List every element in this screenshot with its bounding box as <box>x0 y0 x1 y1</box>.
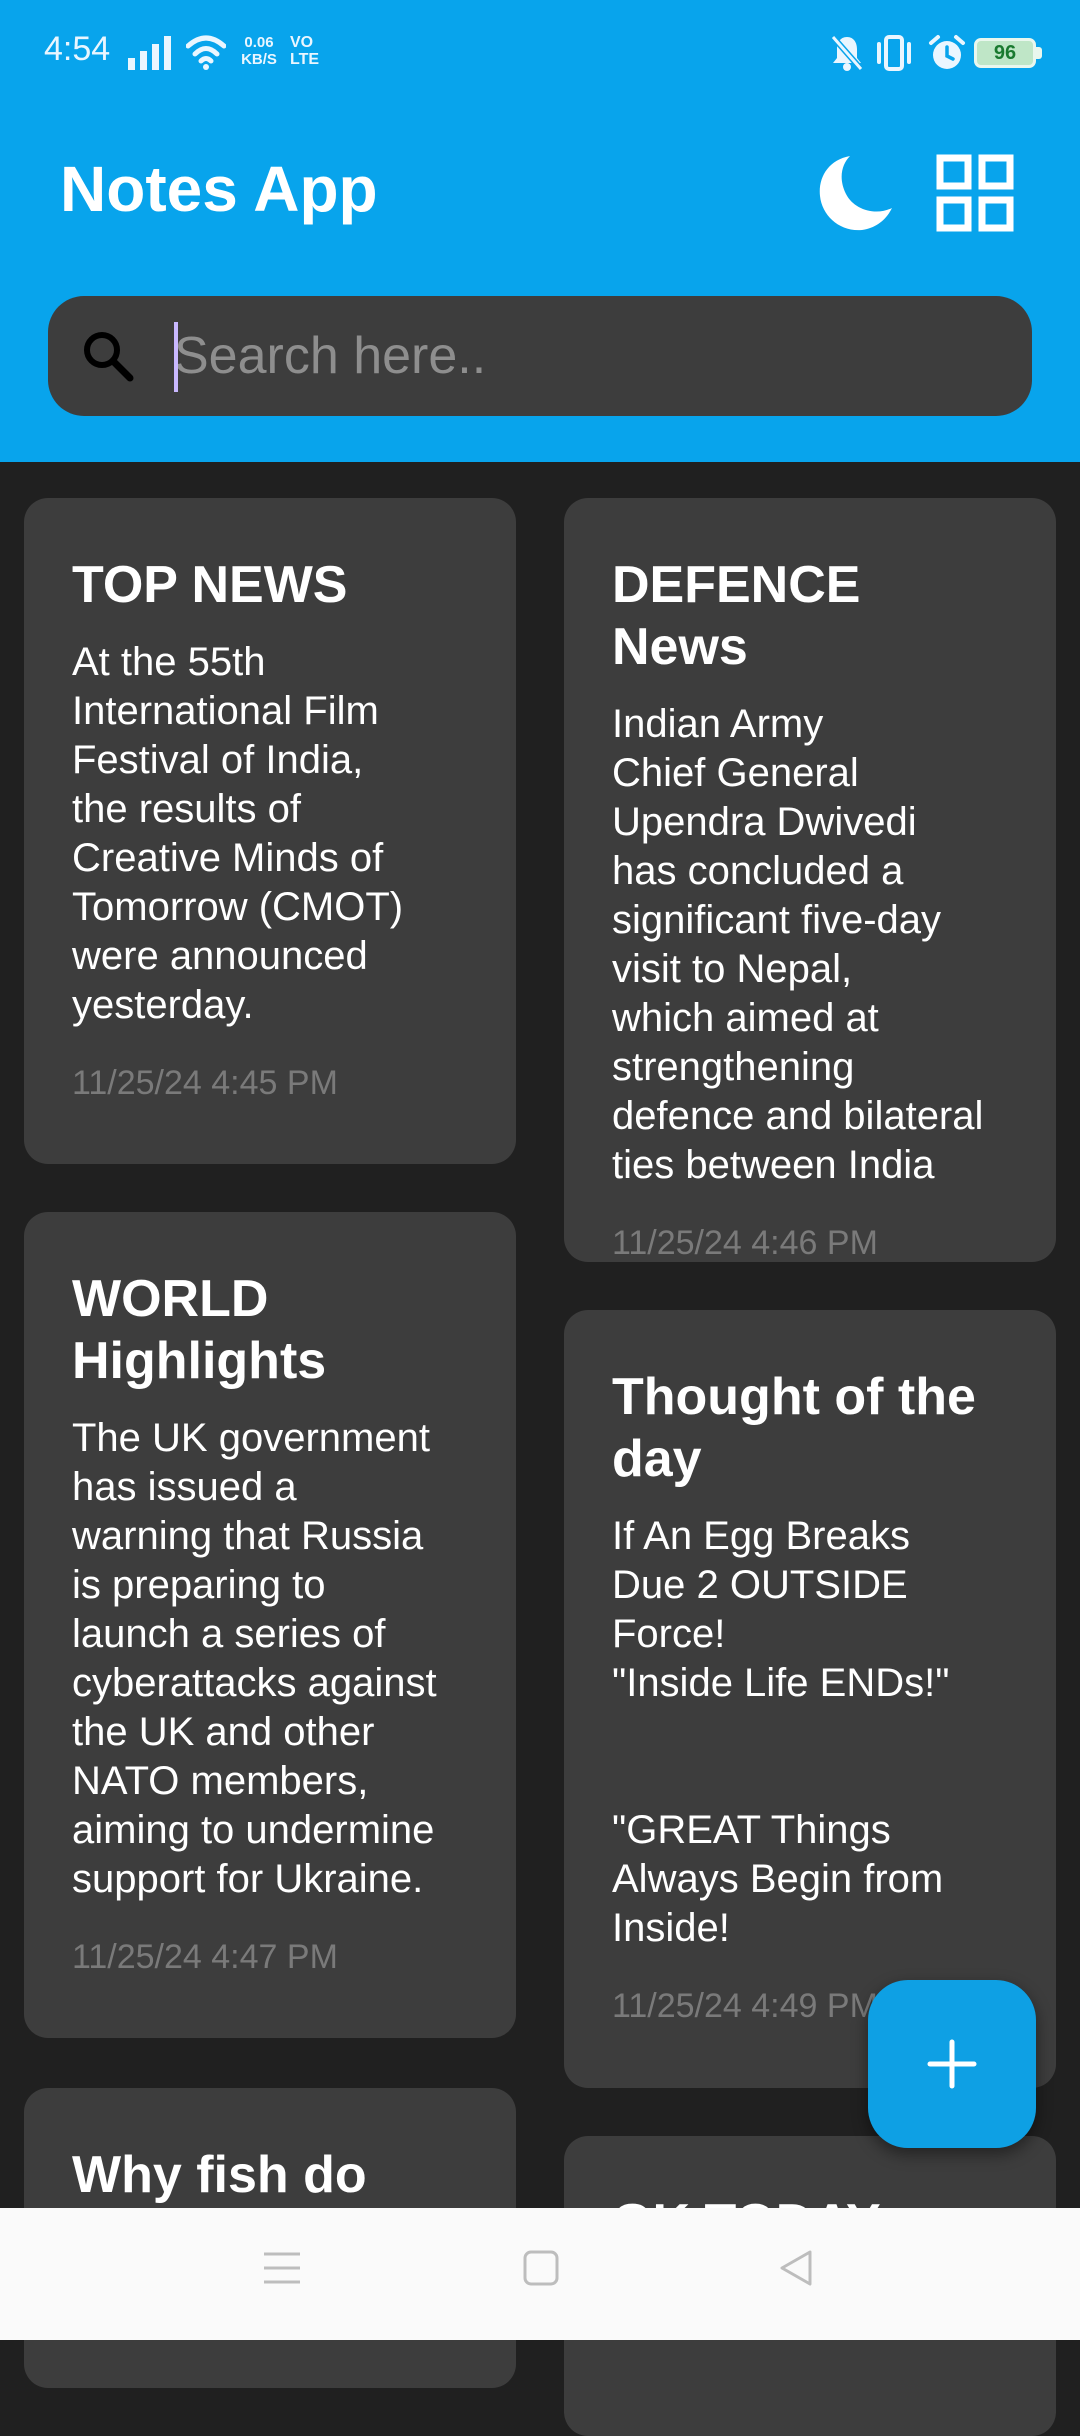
note-body: If An Egg Breaks Due 2 OUTSIDE Force! "I… <box>612 1514 950 1950</box>
network-speed-value: 0.06 <box>244 34 274 51</box>
status-time: 4:54 <box>44 30 111 68</box>
note-body: The UK government has issued a warning t… <box>72 1416 437 1901</box>
note-date: 11/25/24 4:46 PM <box>612 1224 878 1262</box>
plus-icon <box>927 2039 977 2089</box>
vibrate-icon <box>877 35 911 71</box>
theme-toggle-button[interactable] <box>810 148 900 238</box>
note-card[interactable]: DEFENCE News Indian Army Chief General U… <box>564 498 1056 1262</box>
app-header: 4:54 0.06 KB/S VO LTE 96 Notes App Searc… <box>0 0 1080 462</box>
note-title: DEFENCE News <box>612 556 861 676</box>
wifi-icon <box>186 35 226 70</box>
note-body: Indian Army Chief General Upendra Dwived… <box>612 702 984 1187</box>
volte-bottom: LTE <box>290 51 320 68</box>
menu-icon[interactable] <box>262 2248 302 2288</box>
mute-icon <box>830 35 864 71</box>
text-cursor <box>174 322 178 392</box>
note-title: TOP NEWS <box>72 556 348 614</box>
note-date: 11/25/24 4:47 PM <box>72 1938 338 1976</box>
add-note-button[interactable] <box>868 1980 1036 2148</box>
note-card[interactable]: Thought of the day If An Egg Breaks Due … <box>564 1310 1056 2088</box>
note-body: At the 55th International Film Festival … <box>72 640 404 1027</box>
battery-icon: 96 <box>974 38 1036 68</box>
battery-cap <box>1036 47 1042 59</box>
volte-indicator: VO LTE <box>290 34 324 68</box>
network-speed-unit: KB/S <box>241 51 277 68</box>
search-input[interactable] <box>172 316 992 396</box>
note-date: 11/25/24 4:45 PM <box>72 1064 338 1102</box>
alarm-icon <box>929 35 965 69</box>
grid-view-icon <box>936 154 1014 232</box>
signal-icon <box>128 36 171 70</box>
home-square-icon[interactable] <box>522 2248 560 2288</box>
layout-toggle-button[interactable] <box>930 148 1020 238</box>
search-bar[interactable] <box>48 296 1032 416</box>
network-speed: 0.06 KB/S <box>236 34 282 68</box>
note-title: Why fish do <box>72 2146 367 2204</box>
status-bar: 4:54 0.06 KB/S VO LTE 96 <box>0 0 1080 110</box>
moon-icon <box>819 156 892 231</box>
app-title: Notes App <box>60 153 378 225</box>
volte-top: VO <box>290 34 314 51</box>
back-triangle-icon[interactable] <box>776 2248 816 2288</box>
note-card[interactable]: TOP NEWS At the 55th International Film … <box>24 498 516 1164</box>
note-title: Thought of the day <box>612 1368 976 1488</box>
note-card[interactable]: WORLD Highlights The UK government has i… <box>24 1212 516 2038</box>
note-title: WORLD Highlights <box>72 1270 327 1390</box>
system-nav-bar <box>0 2208 1080 2340</box>
search-icon <box>84 332 134 382</box>
